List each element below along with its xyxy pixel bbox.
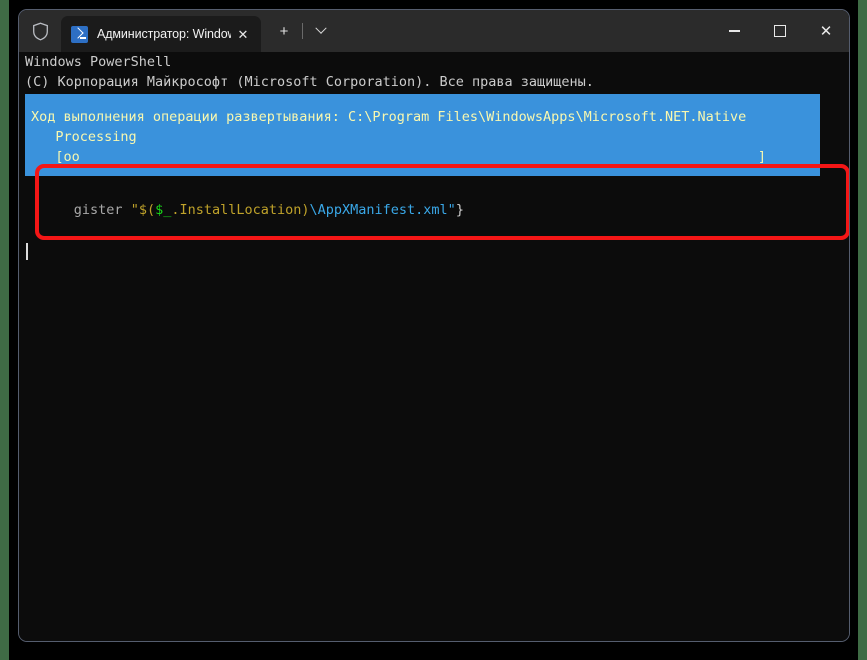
- chevron-down-icon: [315, 22, 327, 34]
- text-cursor: [26, 243, 28, 260]
- close-icon: ✕: [819, 21, 833, 40]
- cmd-segment: }: [455, 202, 464, 218]
- titlebar-drag-area: [336, 10, 711, 52]
- new-tab-button[interactable]: +: [269, 16, 299, 46]
- title-bar: Администратор: Windows Po ✕ + ✕: [19, 10, 849, 52]
- progress-top-strip: [25, 94, 820, 102]
- toolbar-divider: [302, 23, 303, 39]
- cmd-segment: gister: [73, 202, 131, 218]
- minimize-icon: [728, 30, 740, 32]
- deployment-progress-region: Ход выполнения операции развертывания: C…: [19, 94, 849, 176]
- tab-powershell[interactable]: Администратор: Windows Po ✕: [61, 16, 261, 52]
- progress-panel: Ход выполнения операции развертывания: C…: [25, 102, 820, 176]
- tab-close-icon[interactable]: ✕: [233, 24, 253, 44]
- progress-title: Ход выполнения операции развертывания: C…: [31, 109, 747, 125]
- maximize-button[interactable]: [757, 10, 803, 52]
- minimize-button[interactable]: [711, 10, 757, 52]
- cmd-segment: $_: [155, 202, 172, 218]
- progress-status: Processing: [31, 129, 137, 145]
- window-controls: ✕: [711, 10, 849, 52]
- cmd-segment: .InstallLocation): [171, 202, 310, 218]
- tab-dropdown-button[interactable]: [306, 16, 336, 46]
- command-line: gister "$($_.InstallLocation)\AppXManife…: [19, 180, 849, 240]
- shield-icon[interactable]: [19, 10, 61, 52]
- tab-title: Администратор: Windows Po: [97, 27, 231, 41]
- tab-actions: +: [269, 10, 336, 52]
- cmd-segment: \AppXManifest.xml": [309, 202, 456, 218]
- maximize-icon: [774, 25, 786, 37]
- terminal-header-line: Windows PowerShell: [25, 54, 172, 70]
- cmd-segment: "$(: [130, 202, 156, 218]
- progress-bar-close: ]: [757, 149, 766, 165]
- progress-bar-track: [80, 147, 758, 167]
- progress-bar-open: [oo: [31, 149, 80, 165]
- terminal-output[interactable]: Windows PowerShell (C) Корпорация Майкро…: [19, 52, 849, 641]
- powershell-icon: [71, 25, 88, 43]
- close-button[interactable]: ✕: [803, 10, 849, 52]
- progress-bar-line: [oo ]: [25, 147, 820, 167]
- shield-icon-svg: [32, 22, 48, 40]
- terminal-header-line: (C) Корпорация Майкрософт (Microsoft Cor…: [25, 74, 594, 90]
- terminal-window: Администратор: Windows Po ✕ + ✕ Windows …: [18, 9, 850, 642]
